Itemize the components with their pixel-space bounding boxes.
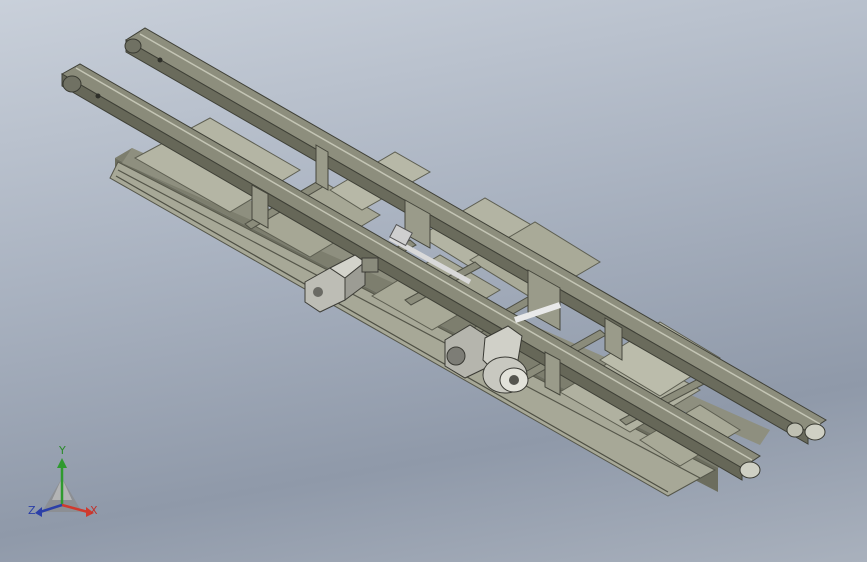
servo-motor: [444, 324, 529, 394]
triad-labels: Y X Z: [20, 440, 110, 540]
x-axis-label: X: [90, 504, 98, 517]
y-axis-label: Y: [59, 444, 66, 457]
z-axis-label: Z: [28, 504, 36, 517]
front-rail: [60, 63, 761, 481]
cad-viewport[interactable]: [0, 0, 867, 562]
